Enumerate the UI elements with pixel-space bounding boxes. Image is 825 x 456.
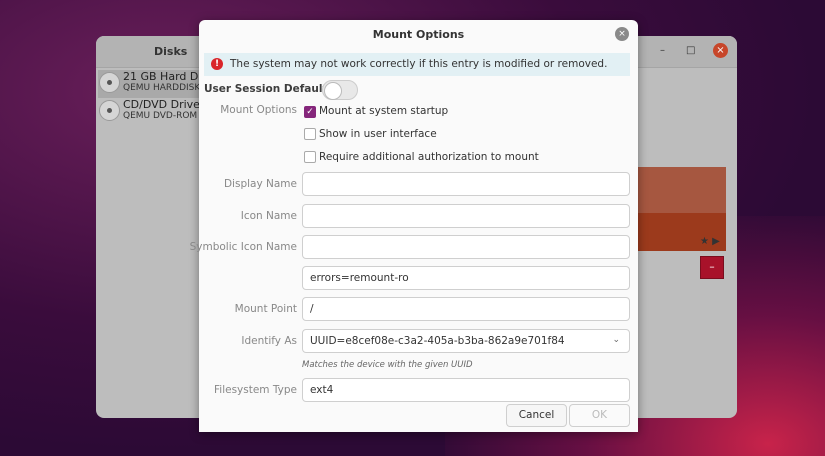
drive-name: CD/DVD Drive (123, 98, 200, 111)
mount-options-dialog: Mount Options × ! The system may not wor… (190, 20, 638, 432)
show-in-ui-checkbox[interactable] (304, 128, 316, 140)
identify-as-value: UUID=e8cef08e-c3a2-405a-b3ba-862a9e701f8… (310, 335, 565, 347)
drive-item-hdd[interactable]: 21 GB Hard Disk QEMU HARDDISK (98, 70, 214, 98)
delete-partition-button[interactable]: – (700, 256, 724, 279)
require-auth-label[interactable]: Require additional authorization to moun… (319, 151, 539, 163)
play-icon: ▶ (712, 236, 720, 247)
show-in-ui-label[interactable]: Show in user interface (319, 128, 437, 140)
partition-flags: ★ ▶ (700, 236, 720, 247)
disks-title: Disks (154, 45, 188, 58)
filesystem-type-label: Filesystem Type (214, 384, 297, 396)
user-session-defaults-toggle[interactable] (322, 80, 358, 100)
ok-button[interactable]: OK (569, 404, 630, 427)
identify-as-select[interactable]: UUID=e8cef08e-c3a2-405a-b3ba-862a9e701f8… (302, 329, 630, 353)
icon-name-label: Icon Name (240, 210, 297, 222)
star-icon: ★ (700, 236, 709, 247)
cancel-button[interactable]: Cancel (506, 404, 567, 427)
warning-text: The system may not work correctly if thi… (230, 58, 608, 70)
display-name-label: Display Name (223, 178, 297, 190)
symbolic-icon-name-input[interactable] (302, 235, 630, 259)
drive-item-cdrom[interactable]: CD/DVD Drive QEMU DVD-ROM (98, 98, 200, 126)
symbolic-icon-name-label: Symbolic Icon Name (189, 241, 297, 253)
user-session-defaults-label: User Session Defaults (204, 83, 334, 95)
mount-options-label: Mount Options (220, 104, 297, 116)
drive-list: 21 GB Hard Disk QEMU HARDDISK CD/DVD Dri… (96, 68, 214, 418)
mount-point-input[interactable]: / (302, 297, 630, 321)
chevron-down-icon: ⌄ (612, 335, 620, 345)
optical-disc-icon (99, 100, 120, 121)
dialog-title: Mount Options (372, 28, 465, 41)
drive-model: QEMU HARDDISK (123, 83, 201, 93)
mount-point-label: Mount Point (234, 303, 297, 315)
hard-disk-icon (99, 72, 120, 93)
require-auth-checkbox[interactable] (304, 151, 316, 163)
mount-at-startup-checkbox[interactable]: ✓ (304, 106, 316, 118)
close-window-button[interactable]: × (713, 43, 728, 58)
dialog-close-button[interactable]: × (615, 27, 629, 41)
minimize-button[interactable]: – (660, 45, 665, 56)
filesystem-type-input[interactable]: ext4 (302, 378, 630, 402)
warning-banner: ! The system may not work correctly if t… (204, 53, 630, 76)
mount-at-startup-label[interactable]: Mount at system startup (319, 105, 448, 117)
error-icon: ! (211, 58, 223, 70)
display-name-input[interactable] (302, 172, 630, 196)
identify-as-label: Identify As (241, 335, 297, 347)
mount-options-input[interactable]: errors=remount-ro (302, 266, 630, 290)
icon-name-input[interactable] (302, 204, 630, 228)
maximize-button[interactable]: □ (686, 45, 695, 56)
identify-hint: Matches the device with the given UUID (302, 360, 473, 370)
drive-model: QEMU DVD-ROM (123, 111, 198, 121)
